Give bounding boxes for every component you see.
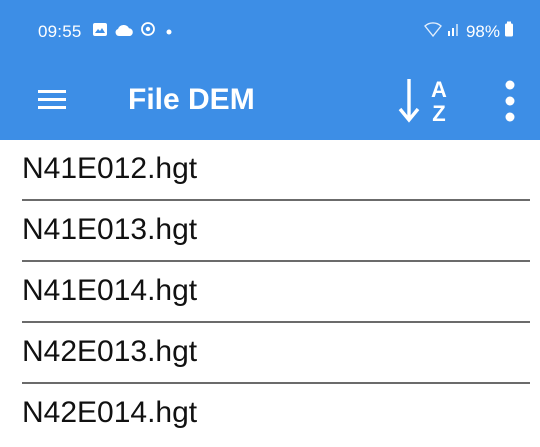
- sort-letter-z: Z: [432, 101, 445, 126]
- file-name: N42E014.hgt: [22, 396, 198, 429]
- more-vert-icon: [505, 80, 515, 122]
- status-time: 09:55: [38, 21, 82, 41]
- status-bar: 09:55 98%: [0, 0, 540, 60]
- battery-text: 98%: [465, 21, 500, 41]
- sort-button[interactable]: A Z: [394, 73, 456, 129]
- app-bar: File DEM A Z: [0, 60, 540, 140]
- circle-status-icon: [140, 21, 156, 42]
- file-list-item[interactable]: N41E013.hgt: [0, 201, 540, 262]
- file-list-item[interactable]: N42E014.hgt: [0, 384, 540, 445]
- file-name: N41E014.hgt: [22, 274, 198, 307]
- hamburger-menu-icon: [38, 90, 66, 109]
- file-list-item[interactable]: N41E014.hgt: [0, 262, 540, 323]
- battery-icon: [504, 21, 514, 42]
- file-name: N42E013.hgt: [22, 335, 198, 368]
- more-options-button[interactable]: [496, 77, 524, 125]
- dot-icon: [162, 22, 176, 42]
- signal-icon: [446, 22, 462, 42]
- page-title: File DEM: [128, 83, 255, 116]
- status-left: 09:55: [38, 21, 176, 42]
- cloud-icon: [114, 22, 134, 42]
- photo-notification-icon: [92, 22, 108, 42]
- wifi-icon: [424, 21, 442, 42]
- file-list-item[interactable]: N42E013.hgt: [0, 323, 540, 384]
- file-name: N41E012.hgt: [22, 152, 198, 185]
- file-list-item[interactable]: N41E012.hgt: [0, 140, 540, 201]
- file-name: N41E013.hgt: [22, 213, 198, 246]
- sort-letter-a: A: [431, 77, 447, 102]
- status-right: 98%: [424, 21, 514, 42]
- file-list: N41E012.hgt N41E013.hgt N41E014.hgt N42E…: [0, 140, 540, 445]
- sort-alpha-icon: A Z: [398, 77, 447, 126]
- menu-button[interactable]: [36, 85, 72, 115]
